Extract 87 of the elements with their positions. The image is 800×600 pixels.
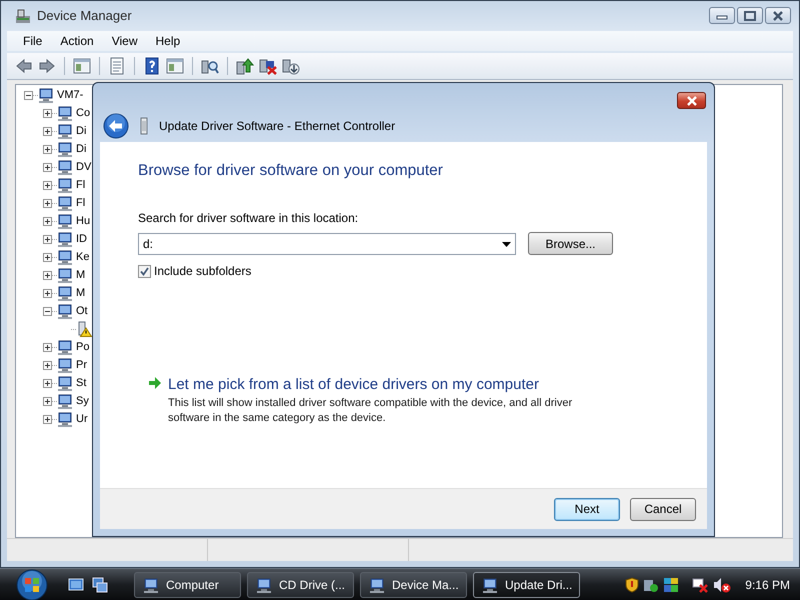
tree-item[interactable]: DV bbox=[76, 161, 92, 173]
dialog-title: Update Driver Software - Ethernet Controller bbox=[159, 118, 396, 132]
tree-item[interactable]: M bbox=[76, 287, 86, 299]
link-description: This list will show installed driver software compatible with the device, and all driver software in the same category as the device. bbox=[168, 396, 574, 426]
muted-speaker-icon[interactable] bbox=[713, 576, 732, 592]
tree-item[interactable]: Ot bbox=[76, 305, 88, 317]
expand-toggle[interactable] bbox=[43, 252, 52, 262]
tree-item[interactable]: St bbox=[76, 377, 86, 389]
network-adapter-icon bbox=[139, 116, 149, 134]
taskbar-button[interactable]: CD Drive (... bbox=[247, 572, 354, 598]
close-button[interactable] bbox=[765, 7, 791, 24]
checkbox-label: Include subfolders bbox=[154, 264, 252, 278]
expand-toggle[interactable] bbox=[43, 270, 52, 280]
tree-item[interactable]: Fl bbox=[76, 179, 86, 191]
tree-item[interactable]: Hu bbox=[76, 215, 90, 227]
expand-toggle[interactable] bbox=[43, 162, 52, 172]
expand-toggle[interactable] bbox=[43, 288, 52, 298]
tree-item[interactable]: ID bbox=[76, 233, 87, 245]
tree-item[interactable]: Di bbox=[76, 125, 86, 137]
menu-item[interactable]: View bbox=[102, 32, 146, 50]
window-title: Device Manager bbox=[37, 8, 132, 23]
tree-item[interactable]: Sy bbox=[76, 395, 89, 407]
app-icon bbox=[256, 576, 272, 592]
taskbar-button[interactable]: Computer bbox=[134, 572, 241, 598]
back-arrow-icon[interactable] bbox=[15, 57, 33, 75]
expand-toggle[interactable] bbox=[43, 342, 52, 352]
expand-toggle[interactable] bbox=[43, 126, 52, 136]
tree-item[interactable]: Pr bbox=[76, 359, 87, 371]
expand-toggle[interactable] bbox=[43, 414, 52, 424]
update-icon[interactable] bbox=[236, 57, 254, 75]
network-icon[interactable] bbox=[663, 576, 680, 592]
taskbar-button[interactable]: Device Ma... bbox=[360, 572, 467, 598]
expand-toggle[interactable] bbox=[24, 90, 33, 100]
page-heading: Browse for driver software on your computer bbox=[138, 162, 444, 180]
command-link[interactable]: Let me pick from a list of device drivers on my computer bbox=[168, 376, 613, 393]
clock[interactable]: 9:16 PM bbox=[745, 578, 790, 592]
expand-toggle[interactable] bbox=[43, 144, 52, 154]
tree-item[interactable]: M bbox=[76, 269, 86, 281]
expand-toggle[interactable] bbox=[43, 378, 52, 388]
tree-item[interactable]: Po bbox=[76, 341, 90, 353]
expand-toggle[interactable] bbox=[43, 396, 52, 406]
app-icon bbox=[369, 576, 385, 592]
maximize-button[interactable] bbox=[737, 7, 763, 24]
remove-device-icon[interactable] bbox=[259, 57, 277, 75]
dialog-button[interactable]: Next bbox=[554, 498, 620, 520]
disconnected-network-icon[interactable] bbox=[691, 576, 710, 592]
menu-item[interactable]: Action bbox=[50, 32, 102, 50]
minimize-button[interactable] bbox=[709, 7, 735, 24]
download-icon[interactable] bbox=[282, 57, 300, 75]
document-icon[interactable] bbox=[108, 57, 126, 75]
tree-item[interactable]: Ke bbox=[76, 251, 90, 263]
tree-item[interactable]: VM7- bbox=[57, 89, 84, 101]
tree-item[interactable]: Co bbox=[76, 107, 90, 119]
expand-toggle[interactable] bbox=[43, 180, 52, 190]
shield-icon[interactable] bbox=[625, 576, 640, 592]
dialog-button[interactable]: Cancel bbox=[630, 498, 696, 520]
close-icon bbox=[686, 96, 698, 106]
close-button[interactable] bbox=[677, 92, 706, 109]
expand-toggle[interactable] bbox=[43, 234, 52, 244]
menu-item[interactable]: File bbox=[13, 32, 50, 50]
expand-toggle[interactable] bbox=[43, 306, 52, 316]
expand-toggle[interactable] bbox=[43, 198, 52, 208]
arrow-icon bbox=[148, 376, 162, 390]
browse-button[interactable]: Browse... bbox=[528, 232, 613, 255]
expand-toggle[interactable] bbox=[43, 108, 52, 118]
pane-icon[interactable] bbox=[73, 57, 91, 75]
forward-arrow-icon[interactable] bbox=[38, 57, 56, 75]
app-icon bbox=[143, 576, 159, 592]
tree-item[interactable]: Ur bbox=[76, 413, 88, 425]
taskbar-button[interactable]: Update Dri... bbox=[473, 572, 580, 598]
menu-item[interactable]: Help bbox=[146, 32, 188, 50]
desktop-icon[interactable] bbox=[68, 576, 84, 592]
app-icon bbox=[482, 576, 498, 592]
back-button[interactable] bbox=[103, 112, 129, 138]
help-icon[interactable] bbox=[143, 57, 161, 75]
expand-toggle[interactable] bbox=[43, 360, 52, 370]
close-icon bbox=[772, 10, 784, 20]
windows-icon[interactable] bbox=[92, 576, 108, 592]
tree-item[interactable]: Di bbox=[76, 143, 86, 155]
tree-item[interactable]: Fl bbox=[76, 197, 86, 209]
checkbox[interactable] bbox=[138, 264, 151, 278]
location-field[interactable]: d: bbox=[138, 232, 516, 254]
field-label: Search for driver software in this location: bbox=[138, 211, 360, 225]
expand-toggle[interactable] bbox=[43, 216, 52, 226]
maximize-icon bbox=[744, 10, 756, 20]
device-manager-icon bbox=[15, 8, 31, 24]
pane-icon[interactable] bbox=[166, 57, 184, 75]
